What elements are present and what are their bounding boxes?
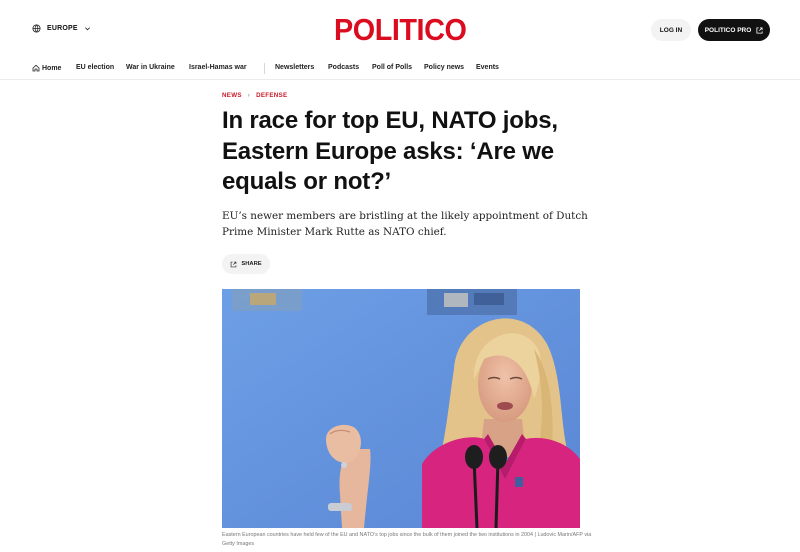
breadcrumb-separator: › — [247, 92, 251, 99]
share-label: SHARE — [241, 261, 262, 267]
politico-logo[interactable]: POLITICO — [334, 12, 467, 48]
site-header: EUROPE POLITICO LOG IN POLITICO PRO — [0, 0, 800, 58]
nav-item-eu-election[interactable]: EU election — [76, 64, 114, 71]
breadcrumb-news[interactable]: NEWS — [222, 92, 242, 99]
breadcrumb-defense[interactable]: DEFENSE — [256, 92, 287, 99]
globe-icon — [32, 24, 41, 33]
login-button[interactable]: LOG IN — [651, 19, 691, 41]
chevron-down-icon — [84, 27, 90, 31]
share-icon — [231, 261, 237, 267]
nav-item-war-in-ukraine[interactable]: War in Ukraine — [126, 64, 175, 71]
politico-pro-label: POLITICO PRO — [704, 26, 752, 34]
photo-caption: Eastern European countries have held few… — [222, 532, 592, 547]
nav-divider — [264, 63, 265, 74]
home-icon — [32, 64, 40, 72]
nav-item-poll-of-polls[interactable]: Poll of Polls — [372, 64, 412, 71]
nav-item-home[interactable]: Home — [32, 64, 61, 72]
main-navigation: Home EU election War in Ukraine Israel-H… — [0, 58, 800, 80]
article-dek: EU’s newer members are bristling at the … — [222, 210, 588, 238]
nav-item-podcasts[interactable]: Podcasts — [328, 64, 359, 71]
external-link-icon — [756, 26, 763, 34]
edition-selector[interactable]: EUROPE — [32, 24, 91, 33]
politico-pro-button[interactable]: POLITICO PRO — [698, 19, 770, 41]
article-headline: In race for top EU, NATO jobs, Eastern E… — [222, 107, 558, 195]
share-button[interactable]: SHARE — [222, 254, 270, 274]
article-photo-illustration — [222, 289, 580, 528]
nav-item-newsletters[interactable]: Newsletters — [275, 64, 314, 71]
edition-label: EUROPE — [47, 25, 78, 32]
article-photo — [222, 289, 580, 528]
nav-item-events[interactable]: Events — [476, 64, 499, 71]
nav-item-label: Home — [42, 64, 62, 72]
nav-item-israel-hamas-war[interactable]: Israel-Hamas war — [189, 64, 247, 71]
nav-item-policy-news[interactable]: Policy news — [424, 64, 464, 71]
breadcrumb: NEWS › DEFENSE — [222, 92, 287, 99]
